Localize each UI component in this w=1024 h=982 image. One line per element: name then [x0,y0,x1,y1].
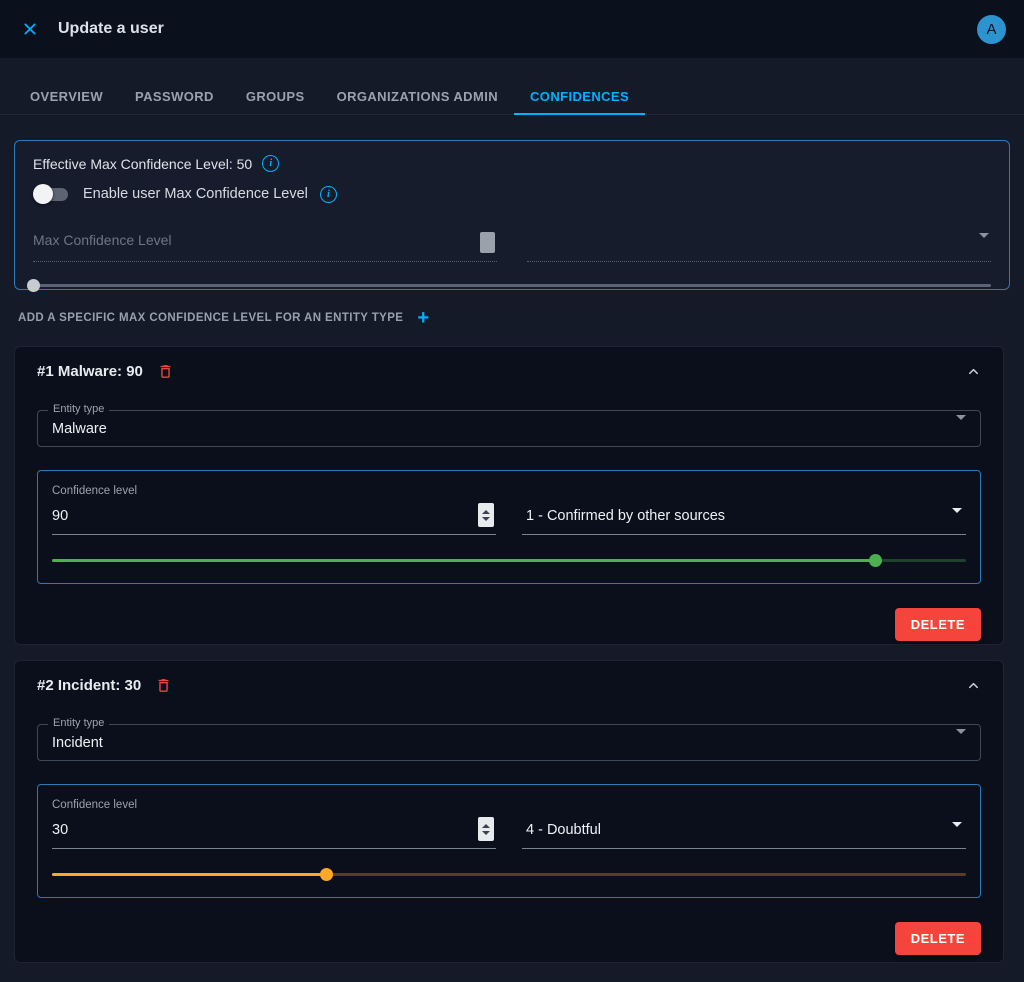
number-stepper[interactable] [478,817,494,841]
delete-button[interactable]: DELETE [895,608,981,641]
number-stepper[interactable] [478,503,494,527]
close-icon[interactable] [18,17,42,41]
info-icon[interactable]: i [262,155,279,172]
tab-organizations-admin[interactable]: Organizations admin [321,78,514,114]
entity-type-label: Entity type [48,717,109,729]
plus-icon[interactable]: + [417,308,429,328]
effective-max-confidence-label: Effective Max Confidence Level: 50 [33,156,252,172]
app-bar: Update a user A [0,0,1024,58]
confidence-label-value: 4 - Doubtful [526,822,601,838]
chevron-up-icon[interactable] [966,678,981,693]
add-entity-confidence-row: Add a specific max confidence level for … [18,308,429,328]
confidence-value: 30 [52,822,68,838]
confidence-level-box: Confidence level 30 4 - Doubtful [37,784,981,898]
confidence-label-select[interactable]: 4 - Doubtful [522,819,966,849]
add-entity-confidence-label: Add a specific max confidence level for … [18,312,403,324]
chevron-down-icon [979,238,989,256]
confidence-label-value: 1 - Confirmed by other sources [526,508,725,524]
confidence-value: 90 [52,508,68,524]
max-confidence-slider[interactable] [33,278,991,292]
confidence-level-box: Confidence level 90 1 - Confirmed by oth… [37,470,981,584]
trash-icon[interactable] [157,363,174,380]
max-confidence-panel: Effective Max Confidence Level: 50 i Ena… [14,140,1010,290]
max-confidence-level-label: Max Confidence Level [33,232,172,248]
confidence-value-input[interactable]: 30 [52,819,496,849]
page-title: Update a user [58,20,164,38]
max-confidence-select[interactable] [527,230,991,262]
confidence-slider[interactable] [52,553,966,567]
enable-max-confidence-toggle[interactable] [33,184,71,204]
confidence-level-label: Confidence level [52,799,966,811]
trash-icon[interactable] [155,677,172,694]
card-title: #2 Incident: 30 [37,677,141,694]
confidence-card-incident: #2 Incident: 30 Entity type Incident Con… [14,660,1004,963]
entity-type-value: Malware [52,421,107,437]
info-icon[interactable]: i [320,186,337,203]
confidence-value-input[interactable]: 90 [52,505,496,535]
entity-type-value: Incident [52,735,103,751]
chevron-down-icon [956,420,966,438]
tab-overview[interactable]: Overview [14,78,119,114]
card-title: #1 Malware: 90 [37,363,143,380]
chevron-down-icon [956,734,966,752]
tab-bar: Overview Password Groups Organizations a… [0,78,1024,115]
number-stepper-disabled [480,232,495,253]
avatar[interactable]: A [977,15,1006,44]
max-confidence-level-input[interactable]: Max Confidence Level [33,230,497,262]
confidence-label-select[interactable]: 1 - Confirmed by other sources [522,505,966,535]
chevron-down-icon [952,827,962,845]
update-user-drawer: Update a user A Overview Password Groups… [0,0,1024,982]
tab-password[interactable]: Password [119,78,230,114]
confidence-level-label: Confidence level [52,485,966,497]
tab-confidences[interactable]: Confidences [514,78,645,114]
entity-type-label: Entity type [48,403,109,415]
entity-type-select[interactable]: Entity type Incident [37,724,981,761]
confidence-slider[interactable] [52,867,966,881]
tab-groups[interactable]: Groups [230,78,321,114]
chevron-down-icon [952,513,962,531]
delete-button[interactable]: DELETE [895,922,981,955]
confidence-card-malware: #1 Malware: 90 Entity type Malware Confi… [14,346,1004,645]
entity-type-select[interactable]: Entity type Malware [37,410,981,447]
enable-max-confidence-label: Enable user Max Confidence Level [83,186,308,202]
chevron-up-icon[interactable] [966,364,981,379]
